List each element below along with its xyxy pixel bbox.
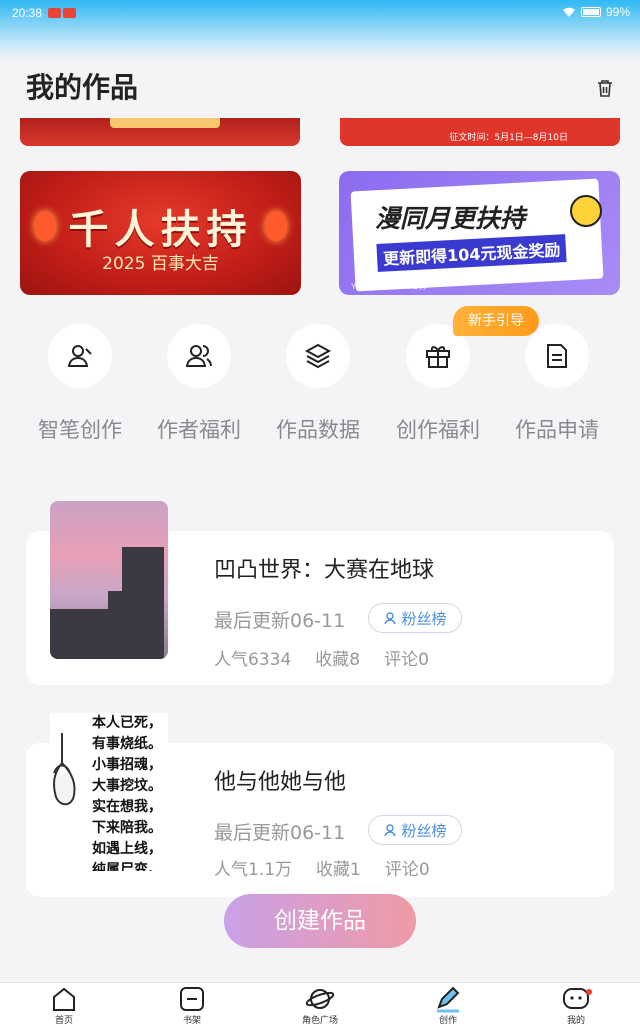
fans-ranking-label: 粉丝榜 [401, 609, 447, 628]
banner-subtitle: 2025 百事大吉 [102, 254, 219, 274]
battery-level: 99% [605, 5, 630, 19]
notification-dot [586, 989, 592, 995]
users-icon [167, 324, 231, 388]
page-header: 我的作品 [0, 60, 640, 116]
battery-icon [580, 7, 601, 17]
poem-line: 大事挖坟。 [92, 778, 162, 794]
comments: 评论0 [384, 860, 430, 880]
work-stats: 人气1.1万 收藏1 评论0 [214, 855, 430, 880]
tab-bookshelf[interactable]: 书架 [162, 985, 222, 1024]
planet-icon [305, 989, 335, 1009]
page-title: 我的作品 [26, 71, 139, 104]
wifi-icon [562, 7, 575, 17]
banner-support-thousand[interactable]: 千人扶持 2025 百事大吉 [20, 171, 301, 295]
notification-icon [63, 8, 76, 18]
func-smart-writing[interactable]: 智笔创作 [20, 324, 140, 444]
newbie-guide-badge[interactable]: 新手引导 [453, 306, 539, 336]
notification-icon [48, 8, 61, 18]
bottom-tab-bar: 首页 书架 角色广场 创作 我的 [0, 982, 640, 1024]
user-icon [384, 612, 397, 625]
tab-home[interactable]: 首页 [34, 985, 94, 1024]
banner-footer: YUEGENGFUCHD》》 [351, 282, 432, 291]
poem-line: 本人已死， [92, 715, 162, 731]
building-shape [122, 547, 164, 659]
tab-label: 书架 [182, 1016, 201, 1024]
func-work-application[interactable]: 作品申请 [497, 324, 617, 444]
work-title[interactable]: 凹凸世界：大赛在地球 [214, 552, 434, 584]
popularity: 人气1.1万 [214, 860, 293, 880]
poem-line: 小事招魂， [92, 757, 162, 773]
tab-mine[interactable]: 我的 [546, 985, 606, 1024]
user-icon [384, 824, 397, 837]
func-label: 创作福利 [396, 418, 480, 442]
status-bar: 20:38 99% [0, 0, 640, 60]
banner-partial-left[interactable] [20, 118, 300, 146]
tab-create[interactable]: 创作 [418, 985, 478, 1024]
popularity: 人气6334 [214, 650, 292, 670]
document-icon [525, 324, 589, 388]
banner-title: 千人扶持 [68, 206, 253, 253]
favorites: 收藏1 [316, 860, 361, 880]
fans-ranking-button[interactable]: 粉丝榜 [368, 815, 462, 845]
comments: 评论0 [384, 650, 429, 670]
trash-icon[interactable] [596, 78, 614, 98]
func-label: 作品申请 [515, 418, 599, 442]
building-shape [50, 609, 110, 659]
banner-date-text: 征文时间：5月1日—8月10日 [449, 133, 568, 143]
poem-line: 实在想我， [92, 799, 162, 815]
pen-icon [437, 986, 460, 1013]
status-right: 99% [562, 5, 630, 19]
create-work-button[interactable]: 创建作品 [224, 894, 416, 948]
bookshelf-icon [180, 987, 204, 1011]
cover-poem: 本人已死， 有事烧纸。 小事招魂， 大事挖坟。 实在想我， 下来陪我。 如遇上线… [92, 713, 162, 871]
layers-icon [286, 324, 350, 388]
func-label: 智笔创作 [38, 418, 122, 442]
work-stats: 人气6334 收藏8 评论0 [214, 645, 429, 670]
poem-line: 有事烧纸。 [92, 736, 162, 752]
tab-label: 首页 [54, 1016, 73, 1024]
banner-partial-right[interactable]: 征文时间：5月1日—8月10日 [340, 118, 620, 146]
func-creation-welfare[interactable]: 创作福利 [378, 324, 498, 444]
fans-ranking-button[interactable]: 粉丝榜 [368, 603, 462, 633]
building-shape [108, 591, 128, 659]
func-label: 作者福利 [157, 418, 241, 442]
work-updated: 最后更新06-11 [214, 822, 346, 844]
func-author-welfare[interactable]: 作者福利 [139, 324, 259, 444]
work-cover-image[interactable]: 本人已死， 有事烧纸。 小事招魂， 大事挖坟。 实在想我， 下来陪我。 如遇上线… [50, 713, 168, 871]
tab-label: 角色广场 [301, 1016, 338, 1024]
tab-character-plaza[interactable]: 角色广场 [290, 985, 350, 1024]
user-pen-icon [48, 324, 112, 388]
fans-ranking-label: 粉丝榜 [401, 821, 447, 840]
work-title[interactable]: 他与他她与他 [214, 764, 346, 796]
poem-line: 如遇上线， [92, 841, 162, 857]
work-updated: 最后更新06-11 [214, 610, 346, 632]
banner-title: 漫同月更扶持 [375, 204, 526, 233]
status-time: 20:38 [12, 6, 43, 20]
smiley-icon [570, 195, 602, 227]
poem-line: 纯属尸变。 [92, 862, 162, 871]
ghost-doodle-icon [53, 733, 76, 806]
tab-label: 创作 [438, 1016, 457, 1024]
func-work-data[interactable]: 作品数据 [258, 324, 378, 444]
home-icon [53, 987, 75, 1011]
work-cover-image[interactable] [50, 501, 168, 659]
tab-label: 我的 [566, 1016, 585, 1024]
favorites: 收藏8 [315, 650, 361, 670]
banner-monthly-update[interactable]: 漫同月更扶持 更新即得104元现金奖励 YUEGENGFUCHD》》 [339, 171, 620, 295]
poem-line: 下来陪我。 [92, 820, 162, 836]
func-label: 作品数据 [276, 418, 360, 442]
